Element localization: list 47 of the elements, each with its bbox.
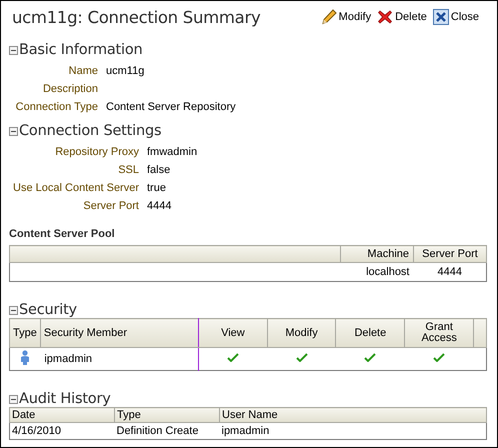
pencil-icon (320, 9, 337, 25)
field-label: Description (42, 83, 98, 95)
delete-button[interactable]: Delete (377, 9, 427, 25)
table-cell: ipmadmin (220, 422, 486, 440)
collapse-icon[interactable] (9, 306, 18, 314)
field-label: Name (68, 65, 98, 77)
table-cell: Definition Create (114, 422, 220, 440)
column-header: Machine (340, 246, 414, 262)
field-value: Content Server Repository (106, 101, 236, 113)
column-header: User Name (220, 408, 486, 422)
section-heading: Basic Information (19, 42, 143, 58)
column-header: Type (114, 408, 220, 422)
collapse-icon[interactable] (9, 126, 18, 136)
collapse-icon[interactable] (9, 394, 18, 404)
column-header: Server Port (414, 246, 486, 262)
field-value: false (147, 164, 172, 176)
section-heading: Connection Settings (19, 123, 162, 139)
column-header: Security Member (40, 318, 199, 348)
field-value: true (147, 182, 167, 194)
field-label: Server Port (82, 200, 139, 212)
table-cell: ipmadmin (40, 348, 199, 370)
close-icon (432, 9, 449, 25)
subsection-heading: Content Server Pool (9, 228, 116, 240)
column-header: Date (10, 408, 114, 422)
modify-button[interactable]: Modify (320, 9, 372, 25)
column-header: Type (10, 318, 40, 348)
column-header: Grant Access (404, 318, 474, 348)
delete-icon (377, 9, 394, 25)
column-header: Delete (336, 318, 405, 348)
page-title: ucm11g: Connection Summary (12, 8, 260, 26)
field-value: ucm11g (106, 65, 146, 77)
table-cell: localhost (340, 262, 414, 282)
user-icon (20, 350, 30, 365)
field-label: Repository Proxy (54, 146, 139, 158)
section-heading: Audit History (19, 391, 111, 407)
collapse-icon[interactable] (9, 46, 18, 54)
close-button[interactable]: Close (432, 9, 479, 25)
column-header: View (198, 318, 268, 348)
column-header: Modify (267, 318, 336, 348)
table-cell: 4444 (414, 262, 486, 282)
table-cell: 4/16/2010 (10, 422, 114, 440)
field-label: Use Local Content Server (12, 182, 139, 194)
field-value: 4444 (147, 200, 172, 212)
section-heading: Security (19, 302, 77, 318)
field-label: Connection Type (14, 101, 98, 113)
field-label: SSL (117, 164, 139, 176)
field-value: fmwadmin (147, 146, 198, 158)
